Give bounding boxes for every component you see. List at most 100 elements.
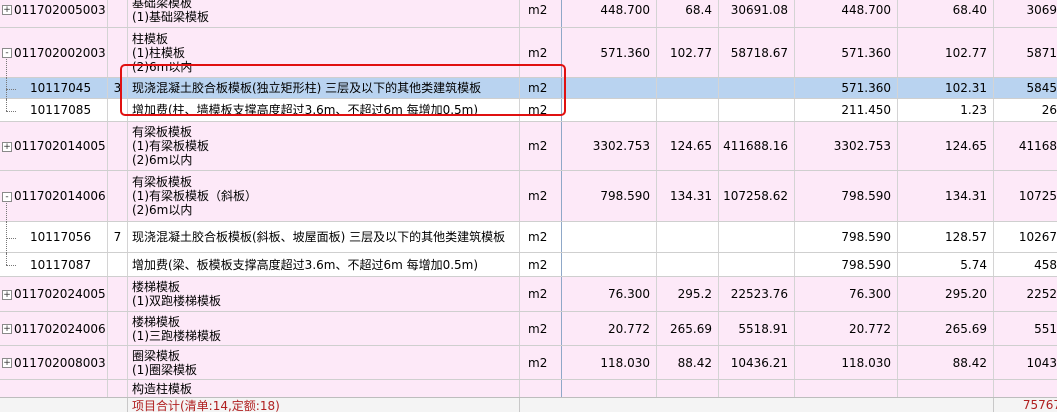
cell-unit: m2 <box>520 28 562 77</box>
expand-icon[interactable]: + <box>2 289 12 300</box>
value-total2: 551 <box>1034 321 1057 336</box>
cell-total2: 10725 <box>994 171 1057 221</box>
collapse-icon[interactable]: - <box>2 191 12 202</box>
item-name-line: 构造柱模板 <box>132 381 193 396</box>
cell-total2: 5871 <box>994 28 1057 77</box>
value-qty: 571.360 <box>600 45 650 60</box>
item-code: 10117056 <box>30 230 92 244</box>
cell-total2: 5845 <box>994 78 1057 98</box>
unit-text: m2 <box>528 257 548 272</box>
item-code: 011702014006 <box>14 189 106 203</box>
item-code: 011702008003 <box>14 355 106 370</box>
cell-qty: 448.700 <box>562 0 657 27</box>
cell-total: 58718.67 <box>719 28 795 77</box>
cell-price2: 134.31 <box>898 171 994 221</box>
value-qty: 76.300 <box>608 287 650 301</box>
cell-total2: 551 <box>994 312 1057 345</box>
value-qty2: 798.590 <box>841 189 891 203</box>
unit-text: m2 <box>528 321 548 336</box>
quota-row[interactable]: 10117056 7 现浇混凝土胶合板模板(斜板、坡屋面板) 三层及以下的其他类建筑… <box>0 222 1057 253</box>
unit-text: m2 <box>528 81 548 95</box>
cell-idx <box>108 171 128 221</box>
cell-qty2: 76.300 <box>795 277 898 311</box>
cell-price2: 102.31 <box>898 78 994 98</box>
bill-row[interactable]: 011702014005 有梁板模板 (1)有梁板模板 (2)6m以内 m2 3302.7… <box>0 122 1057 171</box>
cell-total: 107258.62 <box>719 171 795 221</box>
cell-lines: 楼梯模板 (1)三跑楼梯模板 <box>128 312 520 345</box>
cell-qty2: 798.590 <box>795 253 898 276</box>
value-qty2: 20.772 <box>849 321 891 336</box>
cell-total <box>719 380 795 397</box>
cell-qty2: 3302.753 <box>795 122 898 170</box>
value-qty: 118.030 <box>600 355 650 370</box>
expand-icon[interactable]: + <box>2 5 12 15</box>
tree-branch-icon <box>6 88 16 90</box>
summary-label: 项目合计(清单:14,定额:18) <box>132 398 280 412</box>
value-total2: 2252 <box>1026 287 1057 301</box>
quota-grid[interactable]: 011702005003 基础梁模板 (1)基础梁模板 m2 448.700 68.4 30… <box>0 0 1057 412</box>
bill-row[interactable]: 011702014006 有梁板模板 (1)有梁板模板（斜板） (2)6m以内 m2 79… <box>0 171 1057 222</box>
quota-row[interactable]: 10117085 增加费(柱、墙模板支撑高度超过3.6m、不超过6m 每增加0.5… <box>0 99 1057 122</box>
expand-icon[interactable]: + <box>2 358 12 368</box>
value-price: 124.65 <box>670 139 712 153</box>
value-total2: 1043 <box>1026 355 1057 370</box>
bill-row[interactable]: 011702008003 圈梁模板 (1)圈梁模板 m2 118.030 88.42 104… <box>0 346 1057 380</box>
item-name-line: (1)有梁板模板 <box>132 139 209 153</box>
cell-qty <box>562 380 657 397</box>
cell-code: 10117045 <box>0 78 108 98</box>
item-name-line: 增加费(梁、板模板支撑高度超过3.6m、不超过6m 每增加0.5m) <box>132 257 479 272</box>
expand-icon[interactable]: + <box>2 324 12 334</box>
cell-qty: 571.360 <box>562 28 657 77</box>
quota-row[interactable]: 10117045 3 现浇混凝土胶合板模板(独立矩形柱) 三层及以下的其他类建筑模板… <box>0 78 1057 99</box>
unit-text: m2 <box>528 230 548 244</box>
item-code: 011702024005 <box>14 287 106 301</box>
item-name-line: (1)双跑楼梯模板 <box>132 294 221 308</box>
value-price: 265.69 <box>670 321 712 336</box>
quota-row[interactable]: 10117087 增加费(梁、板模板支撑高度超过3.6m、不超过6m 每增加0.5… <box>0 253 1057 277</box>
cell-idx <box>108 122 128 170</box>
cell-qty2: 211.450 <box>795 99 898 121</box>
item-name-line: 有梁板模板 <box>132 125 193 139</box>
cell-unit: m2 <box>520 0 562 27</box>
footer-cell <box>520 398 994 412</box>
value-total: 22523.76 <box>730 287 788 301</box>
bill-row[interactable]: 011702024005 楼梯模板 (1)双跑楼梯模板 m2 76.300 295.2 22… <box>0 277 1057 312</box>
cell-price: 265.69 <box>657 312 719 345</box>
bill-row[interactable]: 011702024006 楼梯模板 (1)三跑楼梯模板 m2 20.772 265.69 5… <box>0 312 1057 346</box>
cell-qty <box>562 253 657 276</box>
item-code: 10117085 <box>30 103 92 117</box>
item-code: 10117045 <box>30 81 92 95</box>
cell-lines: 现浇混凝土胶合板模板(独立矩形柱) 三层及以下的其他类建筑模板 <box>128 78 520 98</box>
value-total: 107258.62 <box>723 189 788 203</box>
value-total2: 10725 <box>1018 189 1057 203</box>
cell-price2: 88.42 <box>898 346 994 379</box>
cell-price <box>657 78 719 98</box>
cell-price2: 124.65 <box>898 122 994 170</box>
cell-total <box>719 99 795 121</box>
tree-line-icon <box>6 59 7 78</box>
value-qty2: 3302.753 <box>833 139 891 153</box>
unit-text: m2 <box>528 355 548 370</box>
expand-icon[interactable]: + <box>2 141 12 152</box>
cell-unit: m2 <box>520 99 562 121</box>
tree-branch-icon <box>6 265 16 266</box>
tree-branch-icon <box>6 237 16 239</box>
bill-row[interactable]: 011702002003 柱模板 (1)柱模板 (2)6m以内 m2 571.360 102… <box>0 28 1057 78</box>
cell-total2: 2252 <box>994 277 1057 311</box>
item-code: 011702014005 <box>14 139 106 153</box>
bill-row[interactable]: 011702005003 基础梁模板 (1)基础梁模板 m2 448.700 68.4 30… <box>0 0 1057 28</box>
cell-total <box>719 253 795 276</box>
item-name-line: (1)基础梁模板 <box>132 9 209 24</box>
collapse-icon[interactable]: - <box>2 48 12 58</box>
item-name-line: (2)6m以内 <box>132 59 193 74</box>
bill-row[interactable]: 构造柱模板 <box>0 380 1057 398</box>
cell-total2: 41168 <box>994 122 1057 170</box>
unit-text: m2 <box>528 2 548 17</box>
tree-branch-icon <box>6 110 16 112</box>
cell-lines: 有梁板模板 (1)有梁板模板（斜板） (2)6m以内 <box>128 171 520 221</box>
value-total2: 3069 <box>1026 2 1057 17</box>
value-price2: 68.40 <box>952 2 987 17</box>
cell-lines: 基础梁模板 (1)基础梁模板 <box>128 0 520 27</box>
value-qty: 448.700 <box>600 2 650 17</box>
unit-text: m2 <box>528 103 548 117</box>
